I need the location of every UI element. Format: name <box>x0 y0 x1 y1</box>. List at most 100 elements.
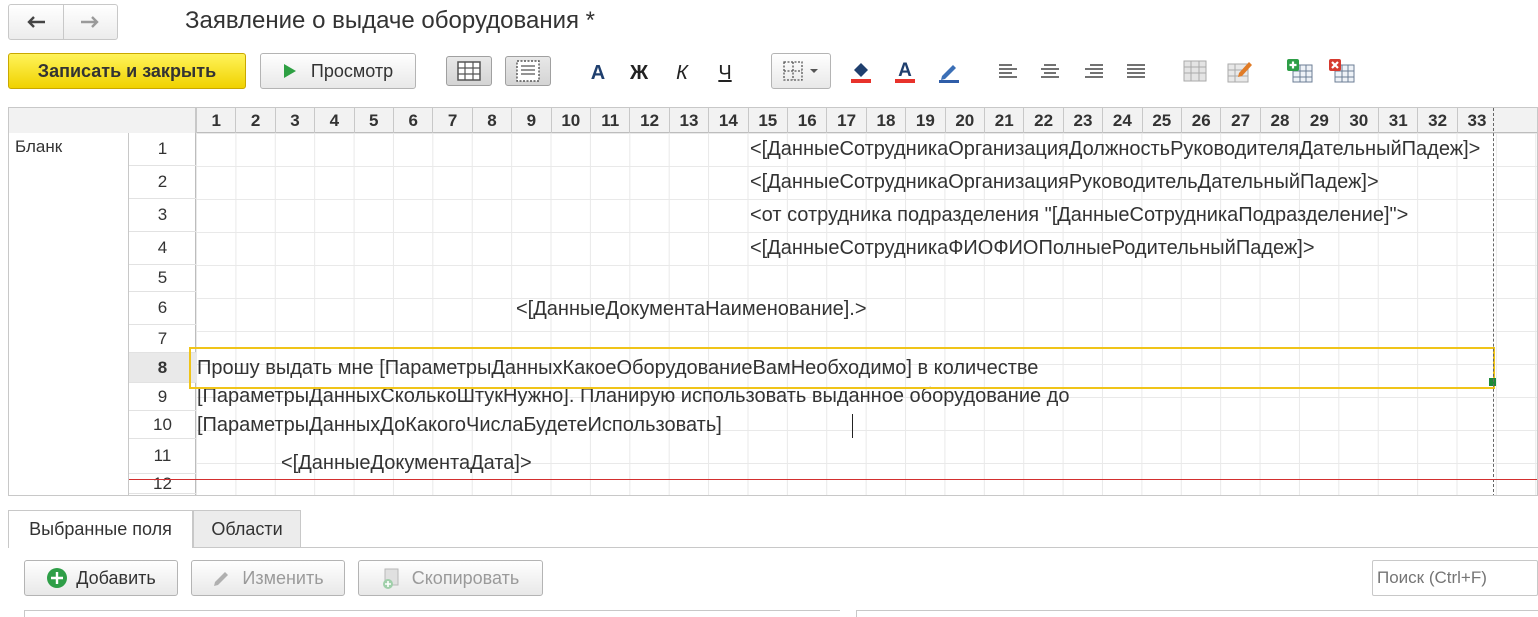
column-header-18[interactable]: 18 <box>865 108 905 133</box>
spreadsheet-editor[interactable]: 1 2 3 4 5 6 7 8 9 10 11 12 13 14 15 16 17 18 19 20 21 22 23 24 2… <box>8 107 1538 496</box>
row-header-11[interactable]: 11 <box>129 439 196 474</box>
save-and-close-button[interactable]: Записать и закрыть <box>8 53 246 89</box>
back-button[interactable] <box>9 5 63 39</box>
row-header-10[interactable]: 10 <box>129 411 196 439</box>
search-input[interactable] <box>1372 560 1538 596</box>
area-label-blank[interactable]: Бланк <box>15 137 62 157</box>
play-icon <box>283 64 296 78</box>
column-header-1[interactable]: 1 <box>196 108 235 133</box>
borders-dropdown[interactable] <box>771 53 831 89</box>
spreadsheet-icon <box>1183 60 1207 82</box>
row-header-4[interactable]: 4 <box>129 232 196 265</box>
cell-selection[interactable] <box>189 347 1495 389</box>
justify-button[interactable] <box>1124 56 1148 86</box>
fields-detail-panel <box>856 610 1538 617</box>
page-layout-button[interactable] <box>505 56 551 86</box>
cell-r6-c9[interactable]: <[ДанныеДокументаНаименование].> <box>516 296 867 322</box>
text-color-button[interactable]: A <box>892 56 918 86</box>
column-header-13[interactable]: 13 <box>668 108 708 133</box>
column-header-16[interactable]: 16 <box>787 108 826 133</box>
font-button[interactable]: A <box>585 58 611 88</box>
row-header-5[interactable]: 5 <box>129 265 196 292</box>
column-header-11[interactable]: 11 <box>590 108 629 133</box>
column-header-30[interactable]: 30 <box>1338 108 1378 133</box>
cell-r10-text[interactable]: [ПараметрыДанныхДоКакогоЧислаБудетеИспол… <box>197 412 722 438</box>
column-header-3[interactable]: 3 <box>274 108 314 133</box>
align-left-button[interactable] <box>996 56 1020 86</box>
column-header-7[interactable]: 7 <box>432 108 471 133</box>
align-center-button[interactable] <box>1038 56 1062 86</box>
column-header-8[interactable]: 8 <box>471 108 511 133</box>
row-header-2[interactable]: 2 <box>129 166 196 199</box>
tab-divider <box>301 547 1538 548</box>
column-header-15[interactable]: 15 <box>747 108 787 133</box>
row-header-7[interactable]: 7 <box>129 325 196 353</box>
column-header-29[interactable]: 29 <box>1299 108 1338 133</box>
column-header-12[interactable]: 12 <box>629 108 668 133</box>
bold-button[interactable]: Ж <box>626 58 652 88</box>
cell-properties-button[interactable] <box>1182 56 1208 86</box>
page-break-horizontal <box>129 479 1537 480</box>
column-header-4[interactable]: 4 <box>314 108 353 133</box>
cell-r11-c3[interactable]: <[ДанныеДокументаДата]> <box>281 450 532 476</box>
row-header-12[interactable]: 12 <box>129 474 196 494</box>
column-header-26[interactable]: 26 <box>1181 108 1220 133</box>
text-cursor <box>852 414 853 438</box>
column-header-28[interactable]: 28 <box>1259 108 1299 133</box>
column-header-10[interactable]: 10 <box>550 108 590 133</box>
cell-r3-c15[interactable]: <от сотрудника подразделения "[ДанныеСот… <box>750 202 1408 228</box>
preview-label: Просмотр <box>310 60 394 81</box>
column-header-23[interactable]: 23 <box>1062 108 1102 133</box>
column-header-17[interactable]: 17 <box>826 108 865 133</box>
column-header-6[interactable]: 6 <box>393 108 432 133</box>
italic-button[interactable]: К <box>669 58 695 88</box>
delete-field-button[interactable] <box>1328 56 1356 86</box>
add-button[interactable]: Добавить <box>24 560 178 596</box>
grid-toggle-button[interactable] <box>446 56 492 86</box>
align-right-icon <box>1085 64 1103 78</box>
cell-r1-c15[interactable]: <[ДанныеСотрудникаОрганизацияДолжностьРу… <box>750 136 1480 162</box>
add-field-button[interactable] <box>1286 56 1314 86</box>
add-table-icon <box>1287 59 1313 83</box>
row-header-3[interactable]: 3 <box>129 199 196 232</box>
column-header-5[interactable]: 5 <box>353 108 393 133</box>
history-nav <box>8 4 118 40</box>
edit-template-button[interactable] <box>1226 56 1254 86</box>
column-header-19[interactable]: 19 <box>905 108 944 133</box>
edit-button[interactable]: Изменить <box>191 560 345 596</box>
underline-button[interactable]: Ч <box>712 58 738 88</box>
preview-button[interactable]: Просмотр <box>260 53 416 89</box>
text-color-icon: A <box>895 60 915 83</box>
column-header-14[interactable]: 14 <box>708 108 747 133</box>
column-header-32[interactable]: 32 <box>1417 108 1456 133</box>
row-header-6[interactable]: 6 <box>129 292 196 325</box>
forward-button[interactable] <box>62 5 118 39</box>
column-header-24[interactable]: 24 <box>1102 108 1141 133</box>
tab-areas[interactable]: Области <box>193 510 301 548</box>
cell-r2-c15[interactable]: <[ДанныеСотрудникаОрганизацияРуководител… <box>750 169 1379 195</box>
delete-table-icon <box>1329 59 1355 83</box>
column-header-33[interactable]: 33 <box>1456 108 1496 133</box>
column-header-20[interactable]: 20 <box>944 108 984 133</box>
highlight-button[interactable] <box>936 56 962 86</box>
column-header-row: 1 2 3 4 5 6 7 8 9 10 11 12 13 14 15 16 17 18 19 20 21 22 23 24 2… <box>9 108 1537 133</box>
column-header-31[interactable]: 31 <box>1378 108 1417 133</box>
row-header-1[interactable]: 1 <box>129 133 196 166</box>
row-header-9[interactable]: 9 <box>129 383 196 411</box>
column-header-25[interactable]: 25 <box>1141 108 1181 133</box>
svg-text:A: A <box>898 60 912 81</box>
column-header-27[interactable]: 27 <box>1220 108 1259 133</box>
cell-r4-c15[interactable]: <[ДанныеСотрудникаФИОФИОПолныеРодительны… <box>750 235 1315 261</box>
column-header-9[interactable]: 9 <box>511 108 550 133</box>
row-header-column: 1 2 3 4 5 6 7 8 9 10 11 12 <box>129 133 196 495</box>
fill-color-button[interactable] <box>848 56 874 86</box>
plus-circle-icon <box>47 568 68 588</box>
column-header-2[interactable]: 2 <box>235 108 274 133</box>
align-right-button[interactable] <box>1082 56 1106 86</box>
row-header-8[interactable]: 8 <box>129 353 196 383</box>
tab-selected-fields[interactable]: Выбранные поля <box>8 510 193 548</box>
copy-button[interactable]: Скопировать <box>358 560 543 596</box>
column-header-21[interactable]: 21 <box>984 108 1023 133</box>
column-header-22[interactable]: 22 <box>1023 108 1062 133</box>
edit-table-icon <box>1227 62 1252 83</box>
